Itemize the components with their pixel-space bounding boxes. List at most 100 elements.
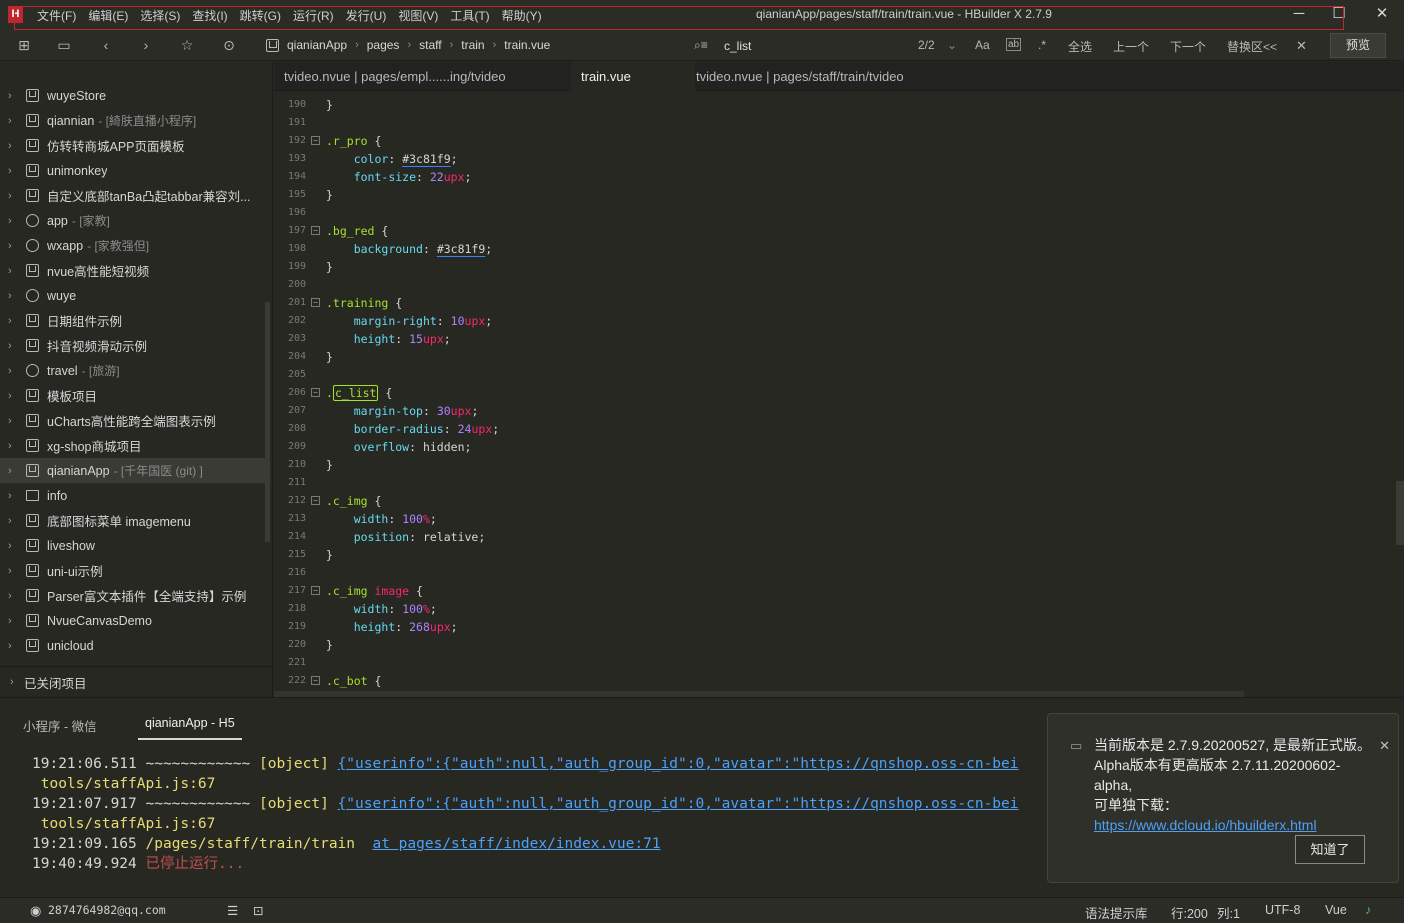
maximize-icon[interactable]: ☐ (1328, 4, 1350, 24)
code-line[interactable]: 203 height: 15upx; (274, 330, 1394, 348)
chevron-right-icon[interactable]: › (8, 365, 20, 377)
sidebar-scrollbar[interactable] (265, 302, 270, 542)
syntax-hint-button[interactable]: 语法提示库 (1085, 903, 1148, 922)
language-indicator[interactable]: Vue (1325, 903, 1347, 917)
project-item[interactable]: › qianianApp - [千年国医 (git) ] (0, 458, 265, 483)
project-item[interactable]: › uCharts高性能跨全端图表示例 (0, 408, 265, 433)
code-line[interactable]: 199} (274, 258, 1394, 276)
list-icon[interactable]: ☰ (227, 903, 238, 918)
column-indicator[interactable]: 列:1 (1217, 903, 1240, 922)
code-line[interactable]: 216 (274, 564, 1394, 582)
fold-toggle-icon[interactable]: − (311, 676, 320, 685)
chevron-right-icon[interactable]: › (8, 90, 20, 102)
code-line[interactable]: 210} (274, 456, 1394, 474)
editor-tab[interactable]: tvideo.nvue | pages/staff/train/tvideo (686, 62, 914, 91)
chevron-right-icon[interactable]: › (8, 190, 20, 202)
code-line[interactable]: 196 (274, 204, 1394, 222)
back-icon[interactable]: ‹ (97, 36, 115, 54)
chevron-right-icon[interactable]: › (8, 415, 20, 427)
project-item[interactable]: › nvue高性能短视频 (0, 258, 265, 283)
bell-icon[interactable]: ♪ (1365, 903, 1371, 917)
project-item[interactable]: › 底部图标菜单 imagemenu (0, 508, 265, 533)
encoding-indicator[interactable]: UTF-8 (1265, 903, 1300, 917)
project-item[interactable]: › 抖音视频滑动示例 (0, 333, 265, 358)
fold-toggle-icon[interactable]: − (311, 226, 320, 235)
download-link[interactable]: https://www.dcloud.io/hbuilderx.html (1094, 815, 1374, 835)
whole-word-toggle[interactable]: ab (1006, 38, 1022, 51)
fold-toggle-icon[interactable]: − (311, 298, 320, 307)
code-line[interactable]: 208 border-radius: 24upx; (274, 420, 1394, 438)
chevron-right-icon[interactable]: › (8, 340, 20, 352)
chevron-right-icon[interactable]: › (8, 265, 20, 277)
got-it-button[interactable]: 知道了 (1295, 835, 1365, 864)
project-item[interactable]: › uni-ui示例 (0, 558, 265, 583)
chevron-right-icon[interactable]: › (8, 490, 20, 502)
breadcrumb-item[interactable]: qianianApp (287, 38, 347, 52)
code-line[interactable]: 204} (274, 348, 1394, 366)
project-item[interactable]: › liveshow (0, 533, 265, 558)
project-item[interactable]: › qiannian - [綺肤直播小程序] (0, 108, 265, 133)
code-line[interactable]: 202 margin-right: 10upx; (274, 312, 1394, 330)
chevron-right-icon[interactable]: › (8, 240, 20, 252)
close-find-icon[interactable]: ✕ (1296, 38, 1307, 54)
project-item[interactable]: › 日期组件示例 (0, 308, 265, 333)
breadcrumb-item[interactable]: pages (367, 38, 400, 52)
menu-item[interactable]: 选择(S) (140, 7, 180, 24)
code-line[interactable]: 191 (274, 114, 1394, 132)
project-item[interactable]: › 模板项目 (0, 383, 265, 408)
code-line[interactable]: 193 color: #3c81f9; (274, 150, 1394, 168)
chevron-right-icon[interactable]: › (8, 615, 20, 627)
code-line[interactable]: 222− .c_bot { (274, 672, 1394, 690)
chevron-right-icon[interactable]: › (8, 215, 20, 227)
fold-toggle-icon[interactable]: − (311, 388, 320, 397)
code-line[interactable]: 205 (274, 366, 1394, 384)
code-line[interactable]: 214 position: relative; (274, 528, 1394, 546)
breadcrumb-item[interactable]: train.vue (504, 38, 550, 52)
user-account[interactable]: 2874764982@qq.com (48, 903, 166, 917)
code-line[interactable]: 194 font-size: 22upx; (274, 168, 1394, 186)
code-line[interactable]: 219 height: 268upx; (274, 618, 1394, 636)
code-line[interactable]: 217− .c_img image { (274, 582, 1394, 600)
fold-toggle-icon[interactable]: − (311, 496, 320, 505)
code-line[interactable]: 215} (274, 546, 1394, 564)
chevron-right-icon[interactable]: › (8, 290, 20, 302)
code-line[interactable]: 209 overflow: hidden; (274, 438, 1394, 456)
editor-tab[interactable]: train.vue (571, 62, 695, 91)
find-next-button[interactable]: 下一个 (1170, 38, 1206, 55)
find-input[interactable] (724, 36, 914, 56)
minimize-icon[interactable]: ─ (1288, 4, 1310, 24)
code-line[interactable]: 198 background: #3c81f9; (274, 240, 1394, 258)
menu-item[interactable]: 发行(U) (346, 7, 387, 24)
new-file-icon[interactable]: ⊞ (15, 36, 33, 54)
chevron-right-icon[interactable]: › (8, 390, 20, 402)
project-item[interactable]: › wxapp - [家教强但] (0, 233, 265, 258)
forward-icon[interactable]: › (137, 36, 155, 54)
closed-projects-item[interactable]: › 已关闭项目 (0, 666, 272, 697)
editor-vertical-scrollbar[interactable] (1396, 481, 1404, 545)
preview-button[interactable]: 预览 (1330, 33, 1386, 58)
close-window-icon[interactable]: ✕ (1371, 4, 1393, 24)
project-item[interactable]: › Parser富文本插件【全端支持】示例 (0, 583, 265, 608)
menu-item[interactable]: 跳转(G) (240, 7, 281, 24)
project-item[interactable]: › 自定义底部tanBa凸起tabbar兼容刘... (0, 183, 265, 208)
console-tab[interactable]: qianianApp - H5 (138, 710, 242, 740)
breadcrumb-item[interactable]: staff (419, 38, 441, 52)
code-line[interactable]: 201− .training { (274, 294, 1394, 312)
code-line[interactable]: 197− .bg_red { (274, 222, 1394, 240)
chevron-down-icon[interactable]: ⌄ (947, 38, 957, 52)
chevron-right-icon[interactable]: › (8, 440, 20, 452)
code-line[interactable]: 212− .c_img { (274, 492, 1394, 510)
menu-item[interactable]: 文件(F) (37, 7, 76, 24)
chevron-right-icon[interactable]: › (8, 565, 20, 577)
chevron-right-icon[interactable]: › (8, 465, 20, 477)
chevron-right-icon[interactable]: › (8, 640, 20, 652)
match-case-toggle[interactable]: Aa (975, 38, 990, 52)
user-icon[interactable]: ◉ (30, 903, 41, 919)
line-indicator[interactable]: 行:200 (1171, 903, 1208, 922)
code-line[interactable]: 206−. c_list { (274, 384, 1394, 402)
code-line[interactable]: 195} (274, 186, 1394, 204)
menu-item[interactable]: 帮助(Y) (502, 7, 542, 24)
replace-toggle-button[interactable]: 替换区<< (1227, 38, 1277, 55)
fold-toggle-icon[interactable]: − (311, 586, 320, 595)
terminal-icon[interactable]: ⊡ (253, 903, 263, 918)
